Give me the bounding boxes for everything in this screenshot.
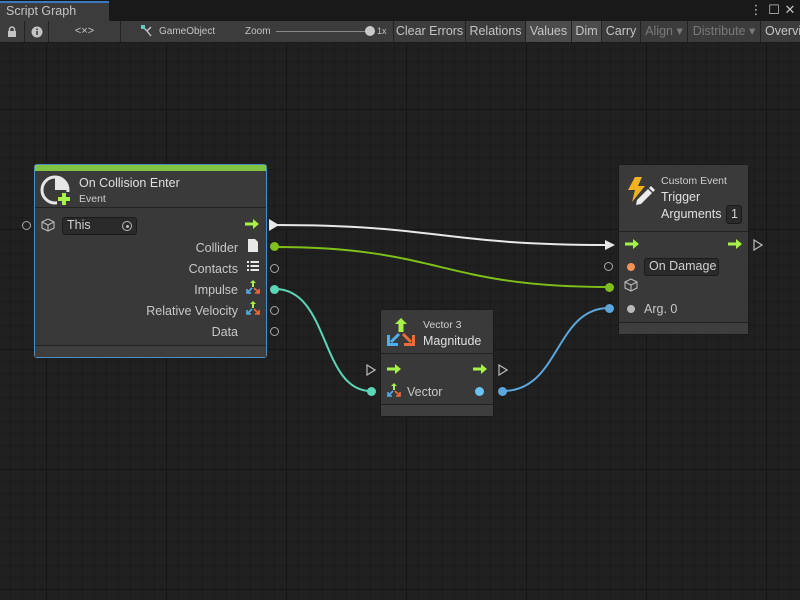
flow-input-port[interactable] [366,364,376,376]
object-type-indicator [627,305,635,313]
target-field[interactable]: This [62,217,137,235]
string-type-indicator [627,263,635,271]
target-input-port[interactable] [22,221,31,230]
dim-button[interactable]: Dim [572,21,602,42]
gameobject-cube-icon [624,278,638,292]
vector3-icon [246,301,260,315]
node-header[interactable]: Custom Event Trigger Arguments 1 [619,165,748,232]
flow-output-port[interactable] [498,364,508,376]
flow-output-arrow-icon [245,219,259,229]
node-header[interactable]: On Collision Enter Event [35,165,266,208]
collision-icon [40,175,71,206]
impulse-label: Impulse [194,283,238,297]
graph-object-icon [141,25,152,37]
node-subtitle: Custom Event [661,175,727,187]
node-footer [619,322,748,334]
node-title: Magnitude [423,334,482,348]
kebab-menu-icon[interactable]: ⋮ [748,2,764,18]
trigger-custom-event-node[interactable]: Custom Event Trigger Arguments 1 On Dama… [618,164,749,335]
code-view-button[interactable]: <×> [49,21,121,42]
node-footer [35,345,266,357]
lock-button[interactable] [0,21,25,42]
tab-script-graph[interactable]: Script Graph [0,1,109,21]
arguments-count-field[interactable]: 1 [726,205,742,224]
flow-input-arrow-icon [387,364,401,374]
target-input-port[interactable] [605,283,614,292]
info-button[interactable] [25,21,49,42]
arg-0-label: Arg. 0 [644,302,678,316]
overview-button[interactable]: Overview [761,21,800,42]
vector3-icon [387,318,415,346]
relative-velocity-output-port[interactable] [270,306,279,315]
zoom-slider-track[interactable] [276,31,370,32]
collider-output-port[interactable] [270,242,279,251]
event-name-input-port[interactable] [604,262,613,271]
vector3-magnitude-node[interactable]: Vector 3 Magnitude Vector [380,309,494,417]
zoom-value: 1x [377,26,387,36]
relative-velocity-label: Relative Velocity [146,304,238,318]
zoom-slider-thumb[interactable] [365,26,375,36]
collider-label: Collider [195,241,238,255]
flow-output-port[interactable] [753,239,763,251]
gameobject-cube-icon [41,218,55,232]
carry-button[interactable]: Carry [602,21,641,42]
target-value: This [67,218,91,232]
flow-output-arrow-icon [728,239,742,249]
contacts-label: Contacts [188,262,238,276]
info-icon [31,26,42,38]
flow-output-port[interactable] [269,219,279,231]
close-icon[interactable]: ✕ [782,2,798,18]
event-name-field[interactable]: On Damage [644,258,719,276]
maximize-icon[interactable]: ☐ [766,2,782,18]
arguments-label: Arguments [661,207,722,221]
gameobject-label: GameObject [159,26,216,37]
align-dropdown[interactable]: Align ▾ [641,21,688,42]
vector-input-port[interactable] [367,387,376,396]
node-title: Trigger [661,190,701,204]
zoom-label: Zoom [245,26,271,37]
data-label: Data [211,325,238,339]
node-title: On Collision Enter [79,176,180,190]
window-tab-bar: Script Graph ⋮ ☐ ✕ [0,0,800,21]
on-collision-enter-node[interactable]: On Collision Enter Event This Collider C… [34,164,267,358]
vector-input-label: Vector [407,385,443,399]
flow-output-arrow-icon [473,364,487,374]
magnitude-output-port[interactable] [498,387,507,396]
event-color-bar [35,165,266,171]
flow-input-arrow-icon [625,239,639,249]
list-icon [247,261,259,271]
vector3-icon [246,280,260,294]
values-button[interactable]: Values [526,21,572,42]
node-subtitle: Vector 3 [423,319,462,331]
clear-errors-button[interactable]: Clear Errors [394,21,466,42]
node-footer [381,404,493,416]
node-header[interactable]: Vector 3 Magnitude [381,310,493,354]
object-picker-icon[interactable] [122,221,132,231]
distribute-dropdown[interactable]: Distribute ▾ [688,21,761,42]
arg-0-input-port[interactable] [605,304,614,313]
magnitude-value-indicator [475,387,484,396]
lock-icon [8,26,16,37]
collider-file-icon [248,239,258,252]
vector3-icon [387,383,401,397]
graph-toolbar: <×> GameObject Zoom 1x Clear Errors Rela… [0,21,800,43]
contacts-output-port[interactable] [270,264,279,273]
node-subtitle: Event [79,193,106,205]
impulse-output-port[interactable] [270,285,279,294]
custom-event-icon [628,177,655,205]
data-output-port[interactable] [270,327,279,336]
relations-button[interactable]: Relations [466,21,526,42]
